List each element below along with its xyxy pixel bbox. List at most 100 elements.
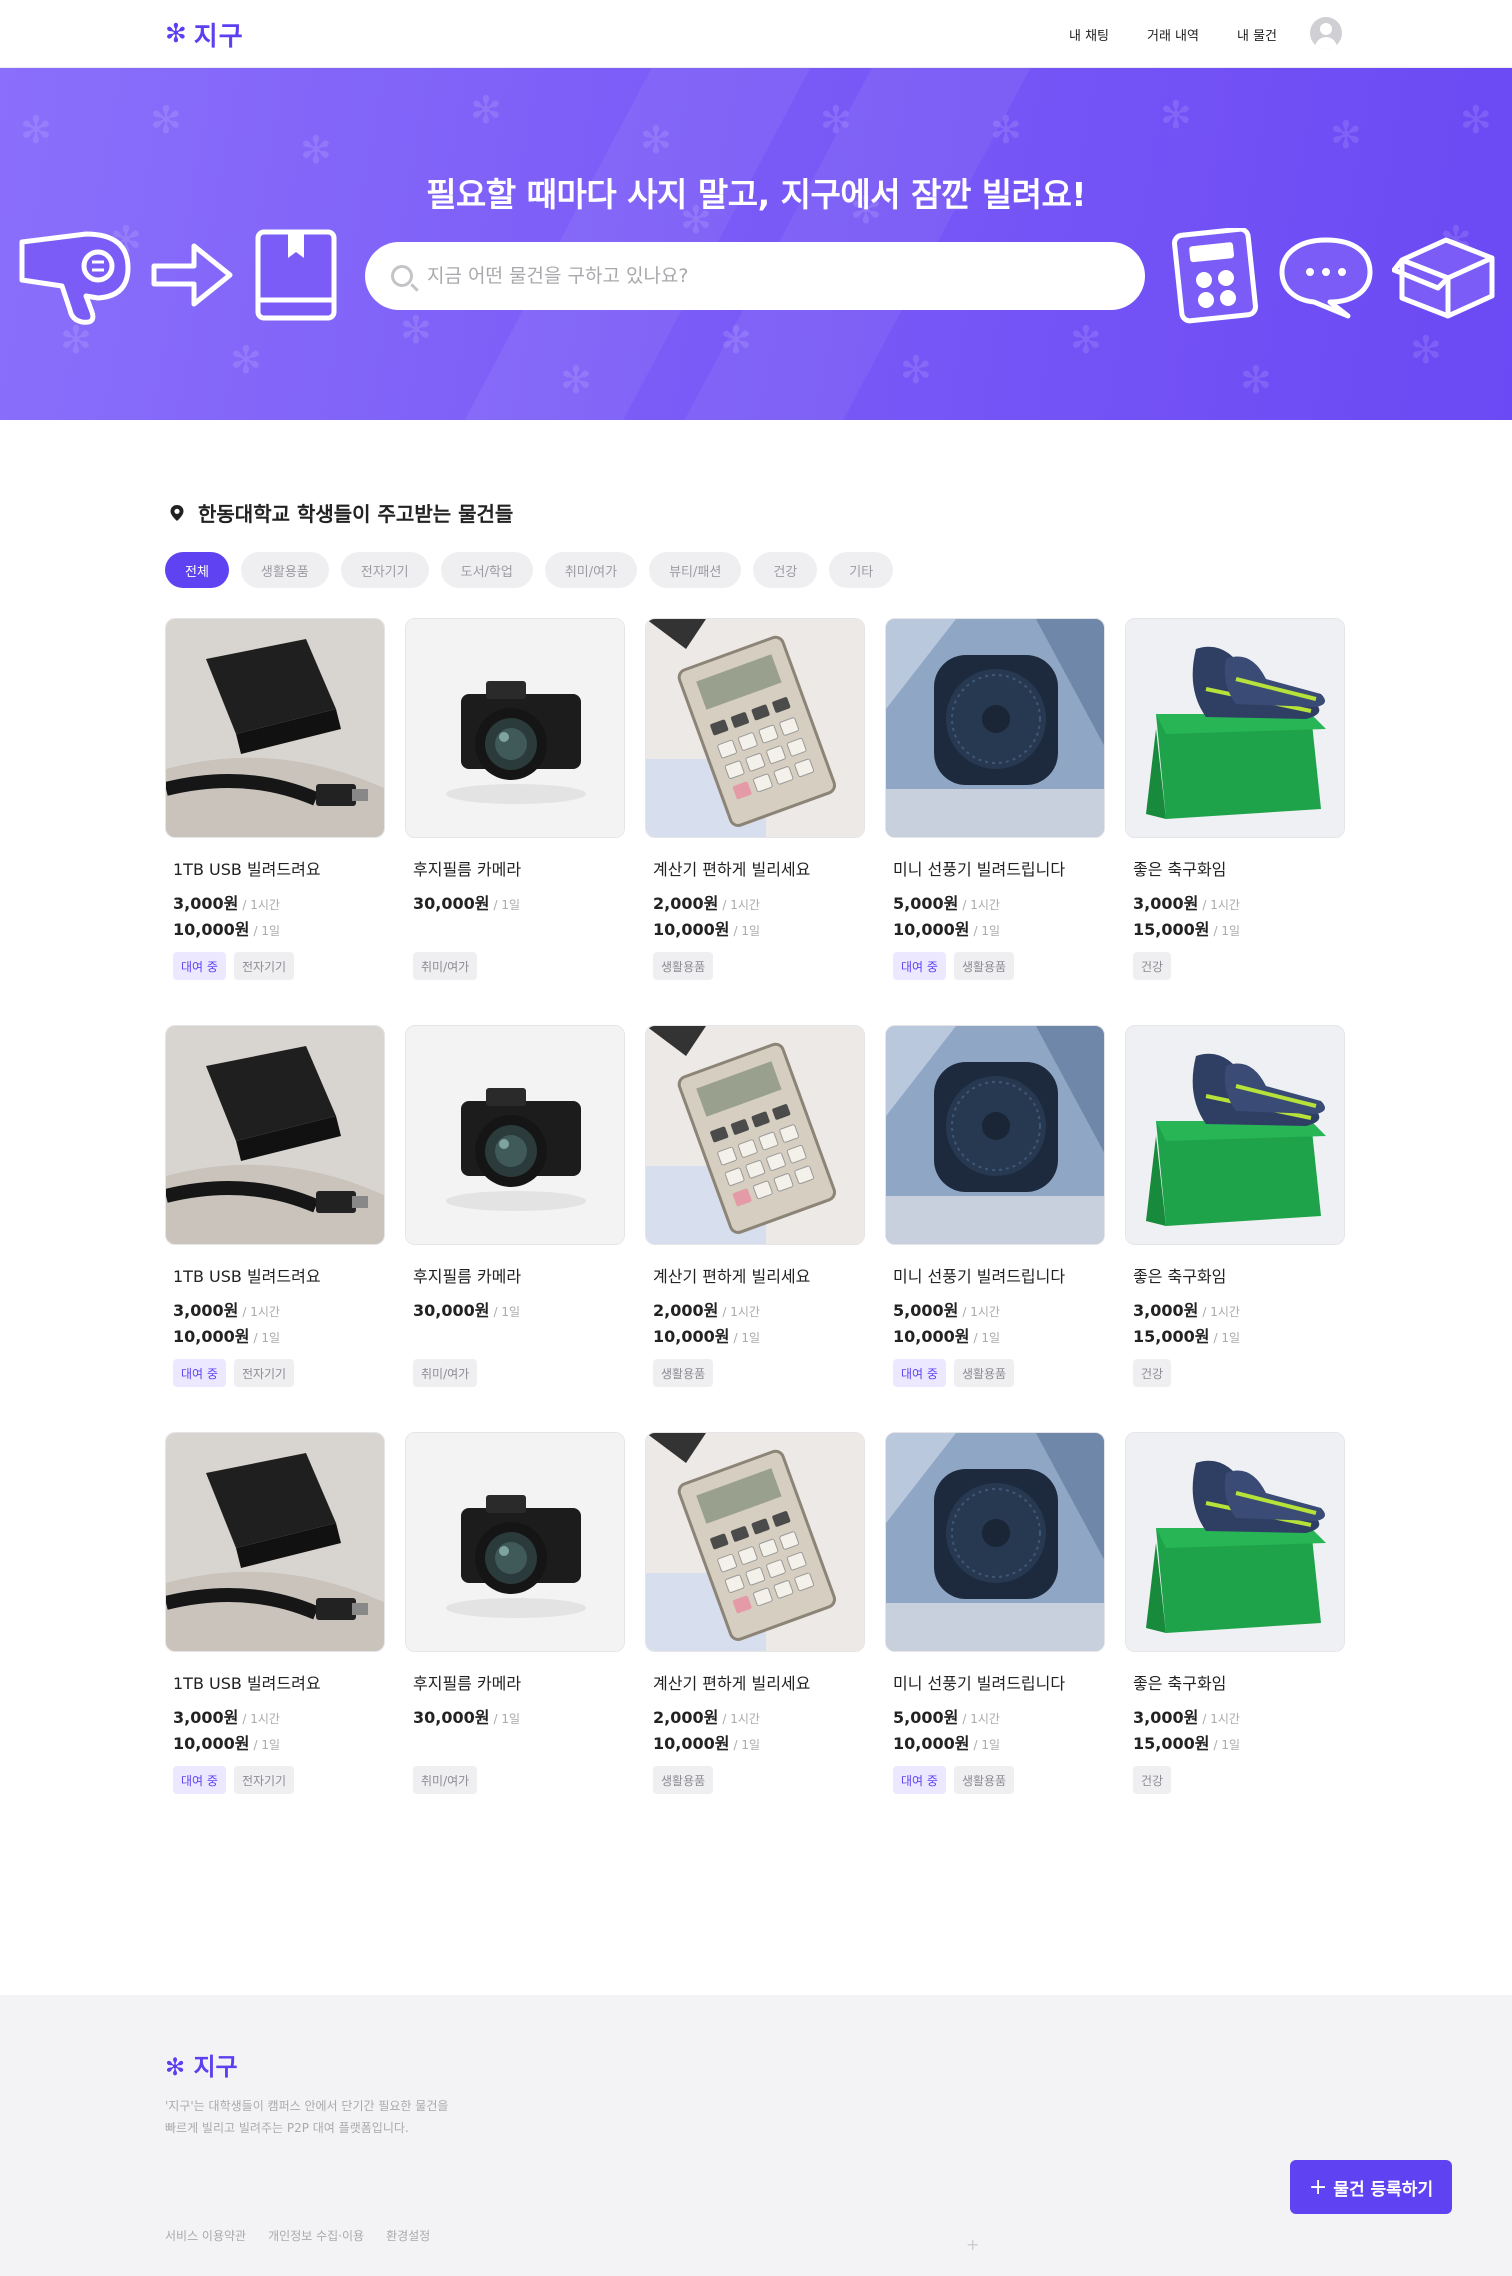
nav-my-chat[interactable]: 내 채팅: [1069, 25, 1109, 44]
product-thumbnail[interactable]: [885, 1025, 1105, 1245]
product-thumbnail[interactable]: [165, 618, 385, 838]
product-title: 좋은 축구화임: [1133, 1267, 1227, 1286]
rental-status-badge: 대여 중: [893, 952, 946, 980]
category-chip[interactable]: 건강: [753, 552, 818, 588]
product-thumbnail[interactable]: [1125, 1025, 1345, 1245]
price-unit: / 1일: [973, 924, 1001, 938]
product-thumbnail[interactable]: [165, 1432, 385, 1652]
product-thumbnail[interactable]: [405, 618, 625, 838]
logo[interactable]: ✻ 지구: [165, 16, 244, 52]
rental-status-badge: 대여 중: [893, 1766, 946, 1794]
product-price: 3,000원/ 1시간: [165, 890, 385, 913]
hero-pattern-star-icon: ✻: [1460, 98, 1492, 142]
hero-pattern-star-icon: ✻: [20, 108, 52, 152]
register-item-button[interactable]: + 물건 등록하기: [1290, 2160, 1452, 2214]
product-price: 2,000원/ 1시간: [645, 1704, 865, 1727]
price-amount: 3,000원: [173, 1301, 239, 1320]
footer-link-privacy[interactable]: 개인정보 수집·이용: [268, 2227, 364, 2244]
footer-link-terms[interactable]: 서비스 이용약관: [165, 2227, 246, 2244]
product-price: 30,000원/ 1일: [405, 890, 625, 913]
category-chip[interactable]: 도서/학업: [440, 552, 533, 588]
search-input[interactable]: [427, 265, 1107, 287]
product-card[interactable]: 1TB USB 빌려드려요 3,000원/ 1시간 10,000원/ 1일 대여 중전…: [165, 1432, 385, 1839]
price-amount: 10,000원: [893, 1734, 970, 1753]
category-tag: 생활용품: [953, 952, 1015, 980]
category-tag: 건강: [1133, 1359, 1172, 1387]
product-card[interactable]: 좋은 축구화임 3,000원/ 1시간 15,000원/ 1일 건강: [1125, 1432, 1345, 1839]
avatar[interactable]: [1310, 17, 1342, 49]
category-chip[interactable]: 전자기기: [340, 552, 429, 588]
product-card[interactable]: 미니 선풍기 빌려드립니다 5,000원/ 1시간 10,000원/ 1일 대여 중생…: [885, 618, 1105, 1025]
price-amount: 3,000원: [173, 1708, 239, 1727]
price-amount: 30,000원: [413, 1708, 490, 1727]
product-card[interactable]: 계산기 편하게 빌리세요 2,000원/ 1시간 10,000원/ 1일 생활용품: [645, 618, 865, 1025]
product-thumbnail[interactable]: [1125, 1432, 1345, 1652]
product-card[interactable]: 1TB USB 빌려드려요 3,000원/ 1시간 10,000원/ 1일 대여 중전…: [165, 1025, 385, 1432]
product-price: 10,000원/ 1일: [165, 916, 385, 939]
logo-mark-icon: ✻: [165, 19, 188, 49]
search-bar[interactable]: [365, 242, 1145, 310]
category-chip[interactable]: 전체: [165, 552, 229, 588]
category-tag: 취미/여가: [413, 1359, 478, 1387]
category-chip[interactable]: 기타: [829, 552, 894, 588]
camera-image: [406, 1433, 624, 1651]
nav-my-items[interactable]: 내 물건: [1237, 25, 1277, 44]
price-amount: 2,000원: [653, 1708, 719, 1727]
product-card[interactable]: 후지필름 카메라 30,000원/ 1일 취미/여가: [405, 618, 625, 1025]
product-card[interactable]: 후지필름 카메라 30,000원/ 1일 취미/여가: [405, 1432, 625, 1839]
product-card[interactable]: 미니 선풍기 빌려드립니다 5,000원/ 1시간 10,000원/ 1일 대여 중생…: [885, 1025, 1105, 1432]
product-title: 미니 선풍기 빌려드립니다: [893, 860, 1066, 879]
footer-description-line: '지구'는 대학생들이 캠퍼스 안에서 단기간 필요한 물건을: [165, 2099, 449, 2113]
price-unit: / 1일: [733, 924, 761, 938]
hero-pattern-star-icon: ✻: [1160, 93, 1192, 137]
rental-status-badge: 대여 중: [173, 1766, 226, 1794]
price-unit: / 1일: [253, 1738, 281, 1752]
hero-pattern-star-icon: ✻: [400, 308, 432, 352]
product-thumbnail[interactable]: [645, 1025, 865, 1245]
nav-transactions[interactable]: 거래 내역: [1147, 25, 1199, 44]
product-card[interactable]: 좋은 축구화임 3,000원/ 1시간 15,000원/ 1일 건강: [1125, 1025, 1345, 1432]
category-tag: 건강: [1133, 1766, 1172, 1794]
plus-icon: +: [1308, 2174, 1328, 2200]
product-thumbnail[interactable]: [165, 1025, 385, 1245]
footer-logo[interactable]: ✻ 지구: [165, 2047, 238, 2082]
product-card[interactable]: 후지필름 카메라 30,000원/ 1일 취미/여가: [405, 1025, 625, 1432]
product-card[interactable]: 계산기 편하게 빌리세요 2,000원/ 1시간 10,000원/ 1일 생활용품: [645, 1432, 865, 1839]
product-thumbnail[interactable]: [885, 1432, 1105, 1652]
product-thumbnail[interactable]: [645, 1432, 865, 1652]
category-chip[interactable]: 생활용품: [240, 552, 329, 588]
product-price: 10,000원/ 1일: [165, 1730, 385, 1753]
category-tag: 취미/여가: [413, 952, 478, 980]
category-chip[interactable]: 취미/여가: [544, 552, 638, 588]
product-card[interactable]: 미니 선풍기 빌려드립니다 5,000원/ 1시간 10,000원/ 1일 대여 중생…: [885, 1432, 1105, 1839]
plus-icon: +: [966, 2235, 980, 2254]
product-thumbnail[interactable]: [645, 618, 865, 838]
product-thumbnail[interactable]: [405, 1432, 625, 1652]
product-price: 15,000원/ 1일: [1125, 916, 1345, 939]
category-tag: 취미/여가: [413, 1766, 478, 1794]
product-thumbnail[interactable]: [1125, 618, 1345, 838]
hero-pattern-star-icon: ✻: [150, 98, 182, 142]
product-card[interactable]: 1TB USB 빌려드려요 3,000원/ 1시간 10,000원/ 1일 대여 중전…: [165, 618, 385, 1025]
product-thumbnail[interactable]: [885, 618, 1105, 838]
price-amount: 3,000원: [1133, 1708, 1199, 1727]
calculator-icon: [1172, 228, 1258, 324]
product-title: 계산기 편하게 빌리세요: [653, 1674, 811, 1693]
category-chip[interactable]: 뷰티/패션: [649, 552, 742, 588]
price-amount: 5,000원: [893, 894, 959, 913]
price-unit: / 1시간: [722, 1305, 760, 1319]
product-thumbnail[interactable]: [405, 1025, 625, 1245]
charger-image: [166, 619, 384, 837]
rental-status-badge: 대여 중: [173, 1359, 226, 1387]
shoes-image: [1126, 1433, 1344, 1651]
product-card[interactable]: 좋은 축구화임 3,000원/ 1시간 15,000원/ 1일 건강: [1125, 618, 1345, 1025]
price-amount: 5,000원: [893, 1301, 959, 1320]
product-card[interactable]: 계산기 편하게 빌리세요 2,000원/ 1시간 10,000원/ 1일 생활용품: [645, 1025, 865, 1432]
price-unit: / 1시간: [242, 898, 280, 912]
footer-link-settings[interactable]: 환경설정: [386, 2227, 430, 2244]
price-unit: / 1일: [973, 1331, 1001, 1345]
hero-pattern-star-icon: ✻: [1070, 318, 1102, 362]
price-amount: 10,000원: [653, 920, 730, 939]
main-nav: 내 채팅 거래 내역 내 물건: [1069, 0, 1277, 68]
product-tags: 대여 중 생활용품: [885, 952, 1105, 980]
